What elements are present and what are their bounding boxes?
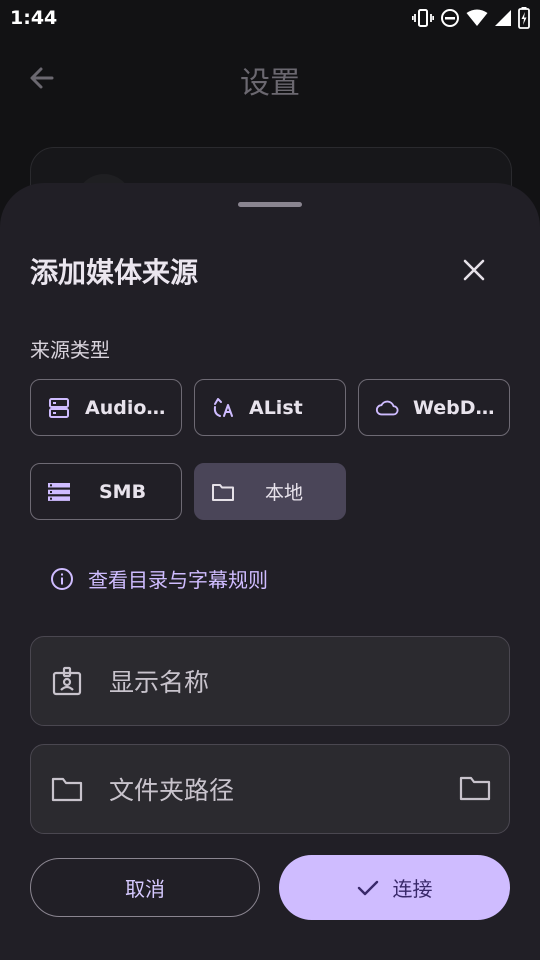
connect-button[interactable]: 连接 xyxy=(279,855,510,920)
folder-icon xyxy=(51,773,83,805)
check-icon xyxy=(357,880,378,895)
status-icons xyxy=(412,7,530,29)
dnd-icon xyxy=(441,9,459,27)
source-type-alist[interactable]: AList xyxy=(194,379,346,436)
info-icon xyxy=(51,567,73,590)
battery-charging-icon xyxy=(518,7,530,29)
close-button[interactable] xyxy=(454,250,494,290)
connect-label: 连接 xyxy=(392,877,433,901)
sheet-title: 添加媒体来源 xyxy=(30,256,199,289)
status-time: 1:44 xyxy=(10,7,58,29)
folder-path-placeholder: 文件夹路径 xyxy=(109,776,235,805)
badge-icon xyxy=(51,665,83,697)
source-type-label-alist: AList xyxy=(249,396,303,419)
cancel-button[interactable]: 取消 xyxy=(30,858,260,917)
vibrate-icon xyxy=(412,9,434,27)
close-icon xyxy=(463,259,485,281)
folder-picker-icon[interactable] xyxy=(459,774,491,806)
source-type-smb[interactable]: SMB xyxy=(30,463,182,520)
source-type-label: 来源类型 xyxy=(30,338,110,362)
display-name-placeholder: 显示名称 xyxy=(109,668,210,697)
alist-icon xyxy=(211,396,235,420)
signal-icon xyxy=(495,10,511,26)
source-type-label-smb: SMB xyxy=(99,480,147,503)
source-type-label-webdav: WebD… xyxy=(413,396,495,419)
source-type-webdav[interactable]: WebD… xyxy=(358,379,510,436)
background-app-bar: 设置 xyxy=(0,40,540,120)
view-rules-link[interactable]: 查看目录与字幕规则 xyxy=(50,564,268,593)
drag-handle[interactable] xyxy=(238,202,302,207)
source-type-local[interactable]: 本地 xyxy=(194,463,346,520)
folder-path-field[interactable]: 文件夹路径 xyxy=(30,744,510,834)
source-type-label-local: 本地 xyxy=(265,482,304,504)
status-bar: 1:44 xyxy=(0,0,540,36)
wifi-icon xyxy=(466,9,488,26)
view-rules-label: 查看目录与字幕规则 xyxy=(88,568,268,592)
cancel-label: 取消 xyxy=(125,877,165,901)
add-media-source-sheet: 添加媒体来源 来源类型 Audio… AList WebD… SMB 本地 查看… xyxy=(0,183,540,960)
storage-icon xyxy=(47,480,71,504)
server-icon xyxy=(47,396,71,420)
folder-icon xyxy=(211,480,235,504)
background-page-title: 设置 xyxy=(240,66,300,101)
source-type-label-audio: Audio… xyxy=(85,396,166,419)
source-type-audiobookshelf[interactable]: Audio… xyxy=(30,379,182,436)
cloud-icon xyxy=(375,396,399,420)
display-name-field[interactable]: 显示名称 xyxy=(30,636,510,726)
